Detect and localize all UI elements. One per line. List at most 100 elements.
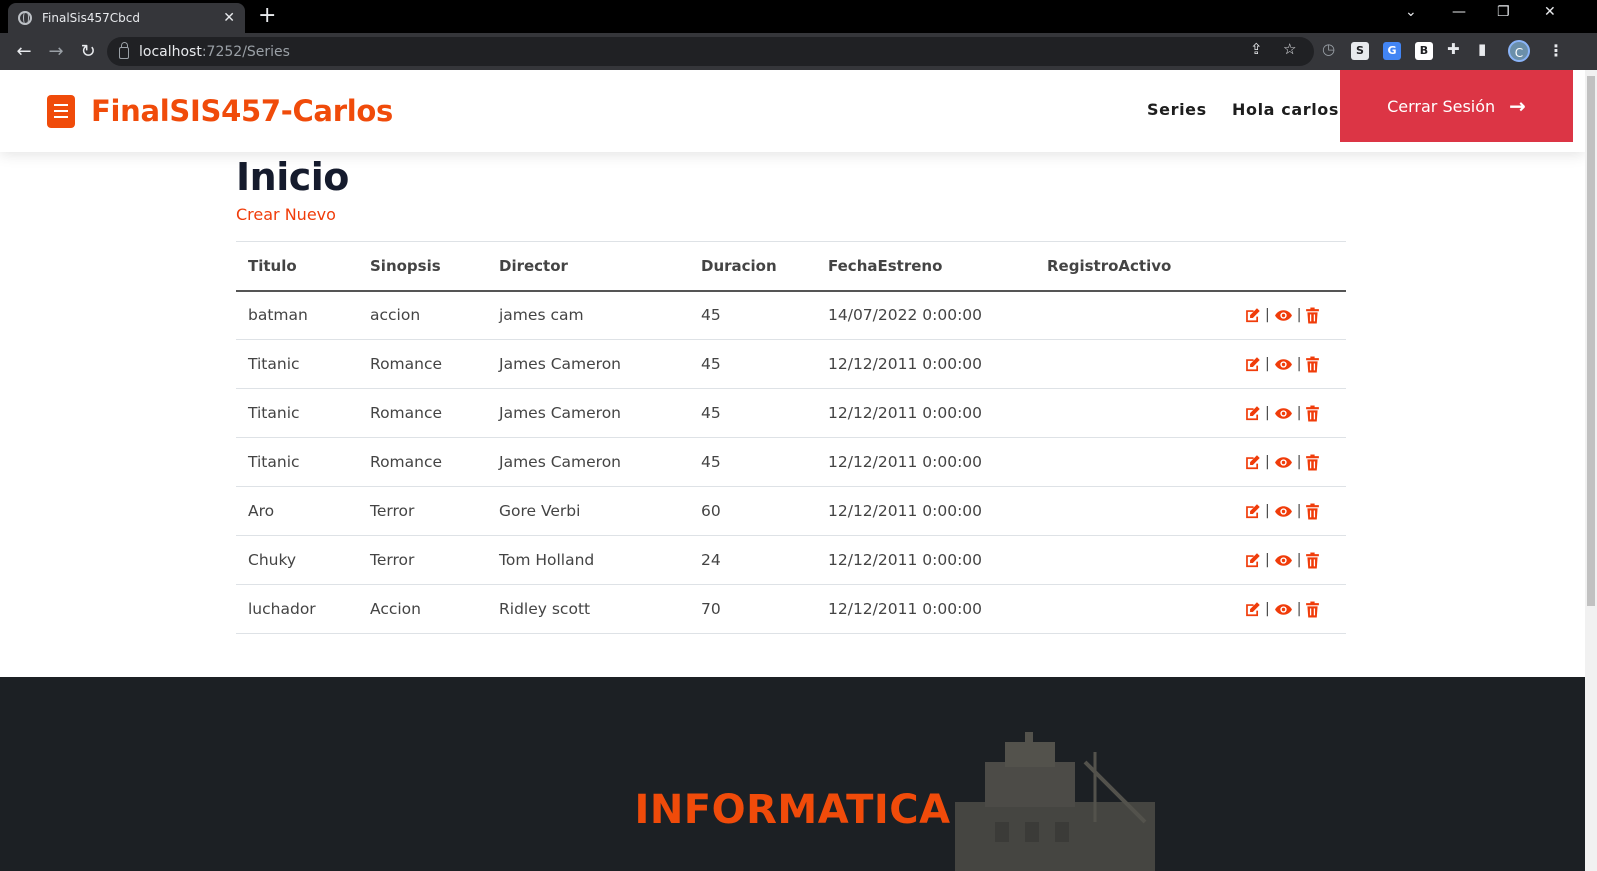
column-header-registroactivo: RegistroActivo [1035, 241, 1202, 292]
cell-director: James Cameron [487, 339, 689, 389]
column-header-actions [1202, 241, 1346, 292]
new-tab-button[interactable]: + [258, 4, 276, 28]
cell-activo [1035, 339, 1202, 389]
view-details-icon[interactable] [1274, 405, 1293, 422]
page-scrollbar[interactable] [1585, 70, 1597, 871]
back-icon[interactable]: ← [8, 41, 40, 62]
reload-icon[interactable]: ↻ [72, 41, 104, 62]
table-row: Titanic Romance James Cameron 45 12/12/2011 … [236, 339, 1346, 389]
brand-logo[interactable]: FinalSIS457-Carlos [47, 94, 393, 128]
share-icon[interactable]: ⇪ [1250, 40, 1263, 58]
cell-sinopsis: Accion [358, 584, 487, 634]
edit-icon[interactable] [1244, 601, 1261, 618]
edit-icon[interactable] [1244, 552, 1261, 569]
extension-b-icon[interactable]: B [1415, 42, 1433, 60]
view-details-icon[interactable] [1274, 307, 1293, 324]
create-new-link[interactable]: Crear Nuevo [236, 205, 336, 224]
table-row: Chuky Terror Tom Holland 24 12/12/2011 0:00:… [236, 535, 1346, 585]
cell-director: Gore Verbi [487, 486, 689, 536]
column-header-sinopsis: Sinopsis [358, 241, 487, 292]
delete-icon[interactable] [1305, 552, 1320, 569]
cell-titulo: Titanic [236, 339, 358, 389]
cell-duracion: 45 [689, 339, 816, 389]
delete-icon[interactable] [1305, 454, 1320, 471]
cell-fecha: 12/12/2011 0:00:00 [816, 535, 1035, 585]
bookmark-star-icon[interactable]: ☆ [1283, 40, 1296, 58]
cell-titulo: luchador [236, 584, 358, 634]
cell-actions: | | [1202, 437, 1346, 487]
edit-icon[interactable] [1244, 356, 1261, 373]
address-bar[interactable]: localhost:7252/Series [107, 37, 1314, 66]
action-separator: | [1265, 503, 1270, 519]
view-details-icon[interactable] [1274, 601, 1293, 618]
restore-button[interactable]: ❐ [1497, 4, 1510, 20]
cell-duracion: 24 [689, 535, 816, 585]
cell-duracion: 60 [689, 486, 816, 536]
cell-actions: | | [1202, 290, 1346, 340]
forward-icon[interactable]: → [40, 41, 72, 62]
globe-icon [18, 11, 32, 25]
table-row: Titanic Romance James Cameron 45 12/12/2011 … [236, 437, 1346, 487]
cell-titulo: batman [236, 290, 358, 340]
tab-title: FinalSis457Cbcd [42, 11, 140, 25]
browser-tab[interactable]: FinalSis457Cbcd ✕ [8, 3, 245, 33]
cell-duracion: 45 [689, 388, 816, 438]
delete-icon[interactable] [1305, 307, 1320, 324]
delete-icon[interactable] [1305, 356, 1320, 373]
puzzle-extensions-icon[interactable]: ✚ [1447, 40, 1460, 58]
series-table: Titulo Sinopsis Director Duracion FechaE… [236, 241, 1346, 634]
cell-director: James Cameron [487, 437, 689, 487]
cell-sinopsis: Romance [358, 339, 487, 389]
action-separator: | [1265, 454, 1270, 470]
translate-extension-icon[interactable]: G [1383, 42, 1401, 60]
view-details-icon[interactable] [1274, 552, 1293, 569]
cell-sinopsis: Terror [358, 486, 487, 536]
cell-director: james cam [487, 290, 689, 340]
cell-actions: | | [1202, 339, 1346, 389]
cell-titulo: Aro [236, 486, 358, 536]
edit-icon[interactable] [1244, 405, 1261, 422]
lock-icon[interactable] [119, 42, 129, 59]
scrollbar-thumb[interactable] [1587, 76, 1595, 606]
cell-sinopsis: Romance [358, 437, 487, 487]
profile-avatar[interactable]: C [1508, 40, 1530, 62]
delete-icon[interactable] [1305, 503, 1320, 520]
page-title: Inicio [236, 155, 349, 199]
minimize-button[interactable]: — [1452, 4, 1466, 20]
nav-greeting-link[interactable]: Hola carlos [1232, 100, 1339, 119]
delete-icon[interactable] [1305, 601, 1320, 618]
close-window-button[interactable]: ✕ [1544, 4, 1556, 20]
delete-icon[interactable] [1305, 405, 1320, 422]
cell-fecha: 12/12/2011 0:00:00 [816, 584, 1035, 634]
view-details-icon[interactable] [1274, 356, 1293, 373]
extension-clock-icon[interactable]: ◷ [1322, 40, 1335, 58]
edit-icon[interactable] [1244, 454, 1261, 471]
action-separator: | [1265, 601, 1270, 617]
action-separator: | [1265, 307, 1270, 324]
cell-fecha: 12/12/2011 0:00:00 [816, 486, 1035, 536]
column-header-director: Director [487, 241, 689, 292]
main-content: Inicio Crear Nuevo Titulo Sinopsis Direc… [236, 152, 1346, 634]
tab-search-icon[interactable]: ⌄ [1405, 4, 1417, 20]
logout-button[interactable]: Cerrar Sesión → [1340, 70, 1573, 142]
cell-fecha: 12/12/2011 0:00:00 [816, 437, 1035, 487]
action-separator: | [1296, 454, 1302, 470]
cell-actions: | | [1202, 535, 1346, 585]
logout-label: Cerrar Sesión [1387, 96, 1496, 116]
cell-sinopsis: Terror [358, 535, 487, 585]
view-details-icon[interactable] [1274, 454, 1293, 471]
side-panel-icon[interactable]: ▮ [1478, 40, 1486, 58]
view-details-icon[interactable] [1274, 503, 1293, 520]
table-row: Titanic Romance James Cameron 45 12/12/2011 … [236, 388, 1346, 438]
edit-icon[interactable] [1244, 307, 1261, 324]
action-separator: | [1296, 405, 1302, 421]
extension-s-icon[interactable]: S [1351, 42, 1369, 60]
arrow-right-icon: → [1509, 94, 1526, 118]
action-separator: | [1265, 405, 1270, 421]
browser-menu-icon[interactable]: ⋮ [1548, 41, 1564, 60]
close-tab-icon[interactable]: ✕ [223, 10, 235, 26]
url-path: :7252/Series [201, 43, 290, 60]
footer-title: INFORMATICA [634, 787, 951, 833]
nav-series-link[interactable]: Series [1147, 100, 1207, 119]
edit-icon[interactable] [1244, 503, 1261, 520]
